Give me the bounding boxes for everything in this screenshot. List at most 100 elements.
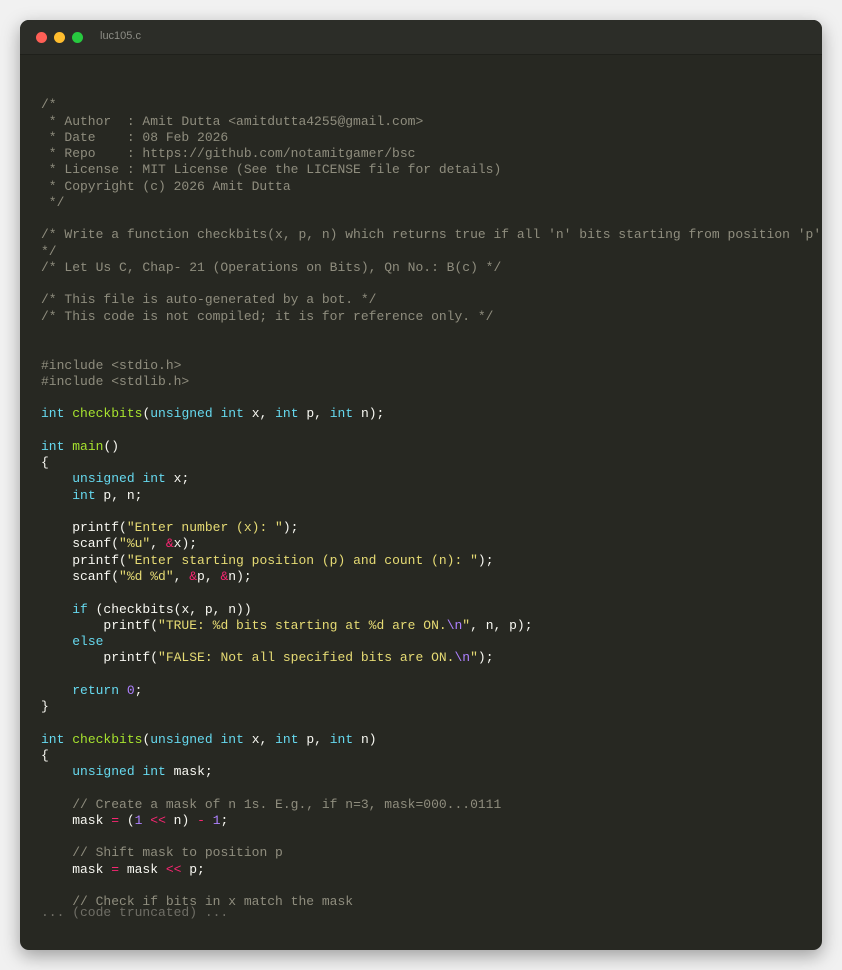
code-token: "FALSE: Not all specified bits are ON. <box>158 650 455 666</box>
code-line: if (checkbits(x, p, n)) <box>41 602 822 618</box>
window-titlebar: luc105.c <box>20 20 822 55</box>
code-token: 1 <box>212 812 221 828</box>
code-token: unsigned <box>150 406 213 422</box>
code-token: if <box>72 601 88 617</box>
code-token: \n <box>446 617 463 633</box>
code-token: printf( <box>41 617 159 633</box>
code-token: unsigned <box>150 731 213 747</box>
code-token: int <box>41 731 65 747</box>
code-token: } <box>41 699 49 715</box>
code-token: /* This file is auto-generated by a bot.… <box>41 292 377 308</box>
code-token: scanf( <box>41 536 120 552</box>
code-token: int <box>220 731 244 747</box>
code-token: "%u" <box>119 536 151 552</box>
code-line: printf("Enter number (x): "); <box>41 520 822 536</box>
code-token: int <box>275 406 299 422</box>
code-token: checkbits <box>72 731 143 747</box>
code-token: "Enter number (x): " <box>126 520 283 536</box>
code-token: " <box>470 650 478 666</box>
code-token: * Date : 08 Feb 2026 <box>41 129 229 145</box>
code-token: n) <box>165 812 198 828</box>
code-token: << <box>150 812 166 828</box>
code-line: /* <box>41 97 822 113</box>
code-line: /* This code is not compiled; it is for … <box>41 309 822 325</box>
code-token: /* This code is not compiled; it is for … <box>41 308 494 324</box>
code-line: mask = (1 << n) - 1; <box>41 813 822 829</box>
code-token: #include <stdlib.h> <box>41 373 190 389</box>
code-line: else <box>41 634 822 650</box>
code-line: /* Write a function checkbits(x, p, n) w… <box>41 227 822 243</box>
code-token: int <box>142 764 166 780</box>
code-line: { <box>41 748 822 764</box>
code-token: /* Write a function checkbits(x, p, n) w… <box>41 227 822 243</box>
code-token: n); <box>228 568 252 584</box>
code-token: checkbits <box>72 406 143 422</box>
code-token: mask <box>119 861 166 877</box>
code-line: int p, n; <box>41 488 822 504</box>
code-token: , <box>173 568 190 584</box>
code-line: scanf("%d %d", &p, &n); <box>41 569 822 585</box>
code-token: main <box>72 438 104 454</box>
code-token: else <box>72 634 104 650</box>
code-line: /* Let Us C, Chap- 21 (Operations on Bit… <box>41 260 822 276</box>
code-token: return <box>72 682 120 698</box>
code-line: * Repo : https://github.com/notamitgamer… <box>41 146 822 162</box>
code-line: } <box>41 699 822 715</box>
code-token: - <box>197 812 205 828</box>
code-token: ( <box>119 812 135 828</box>
code-token: 0 <box>126 682 135 698</box>
code-token: ); <box>282 520 299 536</box>
code-token: x; <box>165 471 190 487</box>
code-line: // Create a mask of n 1s. E.g., if n=3, … <box>41 797 822 813</box>
code-token: unsigned <box>72 471 135 487</box>
code-token: int <box>72 487 96 503</box>
code-token: printf( <box>41 650 159 666</box>
code-line: unsigned int x; <box>41 471 822 487</box>
close-window-button[interactable] <box>36 32 47 43</box>
code-token: mask <box>41 812 112 828</box>
code-line: int main() <box>41 439 822 455</box>
code-line: unsigned int mask; <box>41 764 822 780</box>
code-token: #include <stdio.h> <box>41 357 182 373</box>
code-line: printf("Enter starting position (p) and … <box>41 553 822 569</box>
code-token: "%d %d" <box>119 568 174 584</box>
code-token: << <box>165 861 182 877</box>
code-token: , n, p); <box>470 617 533 633</box>
code-token: */ <box>41 194 65 210</box>
code-token: { <box>41 747 49 763</box>
source-code: /* * Author : Amit Dutta <amitdutta4255@… <box>41 81 822 911</box>
code-token: x, <box>243 731 276 747</box>
code-token: x); <box>173 536 198 552</box>
code-token: = <box>111 812 120 828</box>
code-token: "TRUE: %d bits starting at %d are ON. <box>158 617 447 633</box>
maximize-window-button[interactable] <box>72 32 83 43</box>
code-token: x, <box>243 406 276 422</box>
truncation-note: ... (code truncated) ... <box>41 905 229 920</box>
code-line: printf("FALSE: Not all specified bits ar… <box>41 650 822 666</box>
code-token: scanf( <box>41 568 120 584</box>
code-token: int <box>275 731 299 747</box>
minimize-window-button[interactable] <box>54 32 65 43</box>
code-token: "Enter starting position (p) and count (… <box>126 552 478 568</box>
code-token: * License : MIT License (See the LICENSE… <box>41 162 502 178</box>
window-title: luc105.c <box>100 30 141 42</box>
code-line: // Shift mask to position p <box>41 845 822 861</box>
code-token: p, <box>298 731 330 747</box>
code-token: int <box>220 406 244 422</box>
code-line: scanf("%u", &x); <box>41 536 822 552</box>
code-token: ; <box>134 682 143 698</box>
